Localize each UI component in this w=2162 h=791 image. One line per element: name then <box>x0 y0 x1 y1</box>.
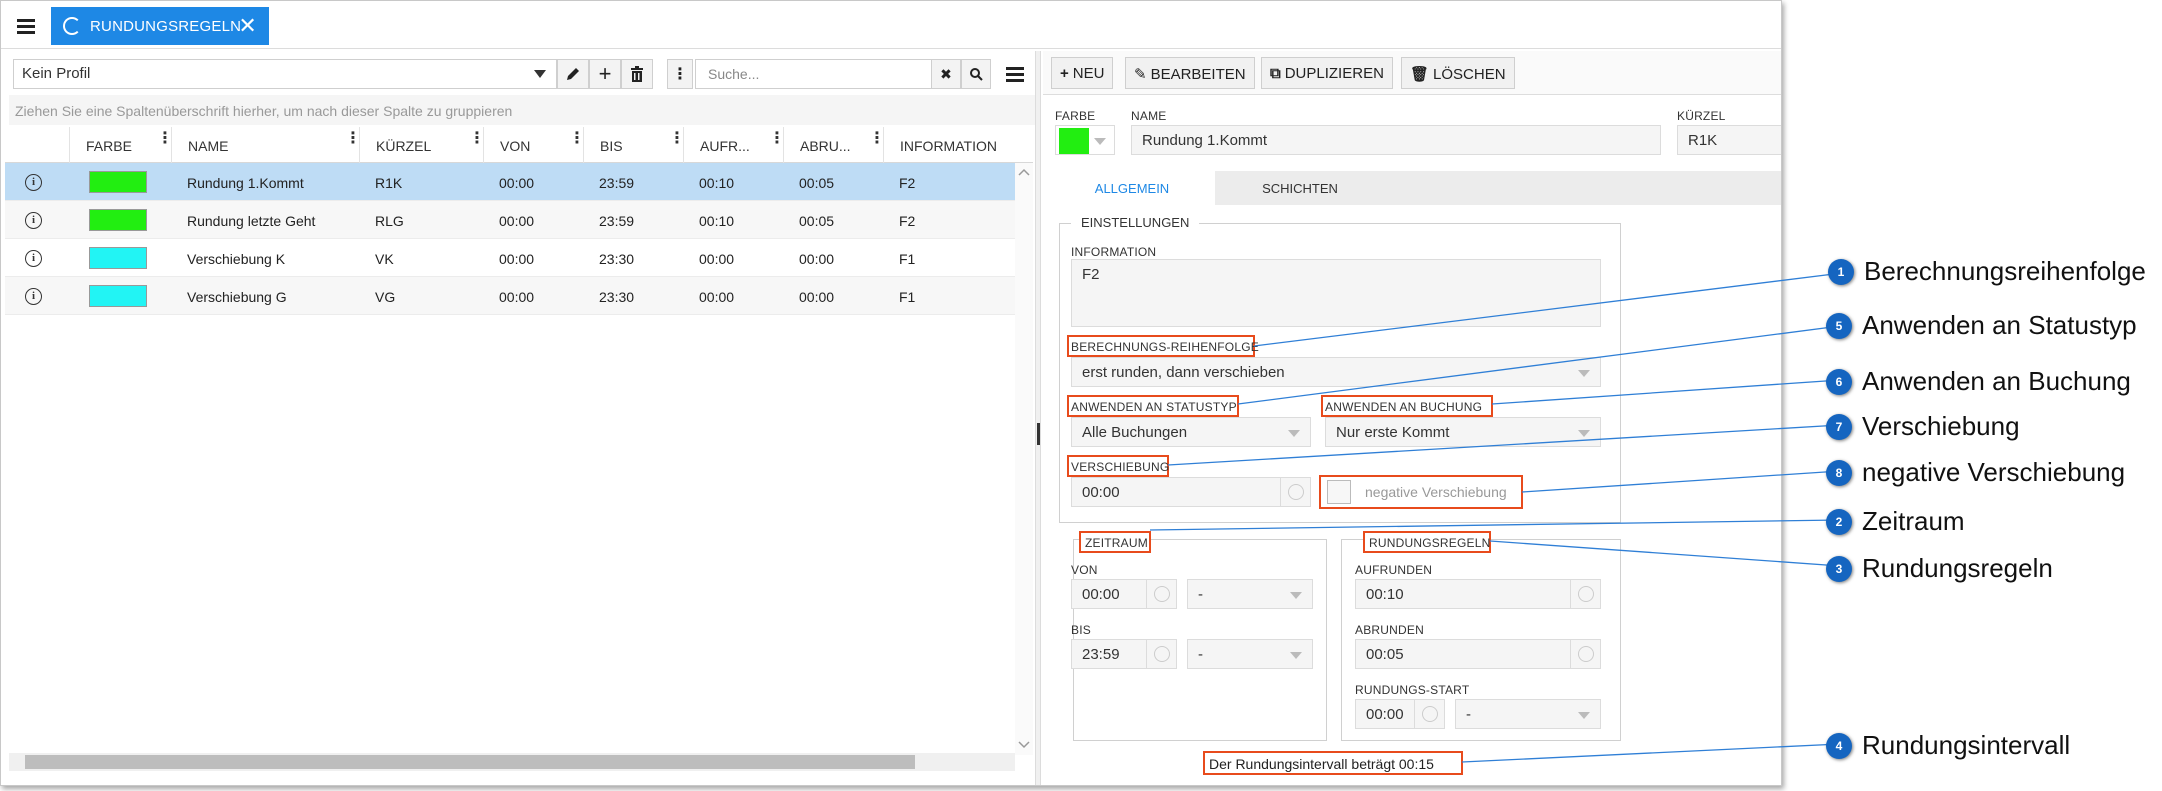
callout-number: 2 <box>1826 508 1852 535</box>
callout-number: 5 <box>1826 312 1852 339</box>
callout-text: negative Verschiebung <box>1862 457 2126 487</box>
callout-negative-verschiebung: 8 negative Verschiebung <box>1826 457 2125 488</box>
callout-text: Zeitraum <box>1862 506 1965 536</box>
callout-number: 8 <box>1826 459 1852 486</box>
callout-number: 1 <box>1828 258 1854 285</box>
callout-verschiebung: 7 Verschiebung <box>1826 411 2020 442</box>
callout-line-3 <box>1489 540 1841 567</box>
callout-rundungsregeln: 3 Rundungsregeln <box>1826 553 2053 584</box>
callout-zeitraum: 2 Zeitraum <box>1826 506 1965 537</box>
callout-line-5 <box>1237 325 1841 405</box>
callout-line-1 <box>1253 272 1843 347</box>
callout-line-6 <box>1491 379 1841 405</box>
callout-text: Verschiebung <box>1862 411 2020 441</box>
callout-line-8 <box>1521 470 1841 493</box>
callout-line-7 <box>1167 424 1841 466</box>
callout-number: 4 <box>1826 732 1852 759</box>
callout-number: 7 <box>1826 413 1852 440</box>
callout-text: Rundungsregeln <box>1862 553 2053 583</box>
callout-text: Rundungsintervall <box>1862 730 2071 760</box>
callout-berechnungsreihenfolge: 1 Berechnungsreihenfolge <box>1828 256 2146 287</box>
callout-number: 6 <box>1826 368 1852 395</box>
callout-line-2 <box>1149 519 1841 531</box>
callout-statustyp: 5 Anwenden an Statustyp <box>1826 310 2137 341</box>
callout-text: Anwenden an Statustyp <box>1862 310 2137 340</box>
callout-rundungsintervall: 4 Rundungsintervall <box>1826 730 2070 761</box>
callout-line-4 <box>1461 743 1841 763</box>
callout-number: 3 <box>1826 555 1852 582</box>
callout-buchung: 6 Anwenden an Buchung <box>1826 366 2131 397</box>
callout-text: Berechnungsreihenfolge <box>1864 256 2146 286</box>
callout-text: Anwenden an Buchung <box>1862 366 2131 396</box>
